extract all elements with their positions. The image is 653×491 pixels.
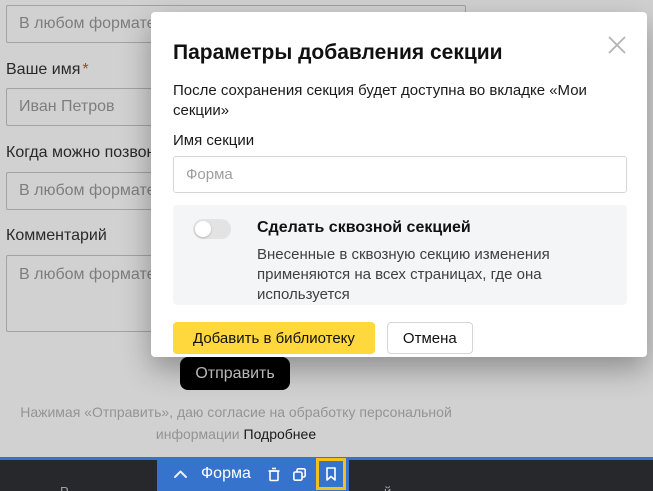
section-bottom-bar: Форма xyxy=(0,457,653,491)
clipped-text-fragment: й xyxy=(384,484,391,491)
toggle-knob xyxy=(195,221,211,237)
cancel-button[interactable]: Отмена xyxy=(387,322,473,354)
chevron-up-icon[interactable] xyxy=(169,461,191,487)
bookmark-icon xyxy=(324,466,338,482)
dialog-buttons: Добавить в библиотеку Отмена xyxy=(173,322,627,354)
bookmark-highlight-box[interactable] xyxy=(316,458,346,490)
dialog-subtitle: После сохранения секция будет доступна в… xyxy=(173,81,627,121)
add-to-library-button[interactable]: Добавить в библиотеку xyxy=(173,322,375,354)
section-name-input[interactable] xyxy=(173,156,627,193)
section-name-field-label: Имя секции xyxy=(173,131,627,150)
dialog-title: Параметры добавления секции xyxy=(173,40,627,65)
pass-through-label: Сделать сквозной секцией xyxy=(257,218,611,238)
pass-through-text: Сделать сквозной секцией Внесенные в скв… xyxy=(257,218,611,305)
close-icon[interactable] xyxy=(605,33,629,57)
pass-through-description: Внесенные в сквозную секцию изменения пр… xyxy=(257,245,611,305)
section-name-label: Форма xyxy=(201,465,251,483)
trash-icon[interactable] xyxy=(263,461,285,487)
screen: Ваше имя* Когда можно позвонить Коммента… xyxy=(0,0,653,491)
pass-through-toggle[interactable] xyxy=(193,219,231,239)
duplicate-icon[interactable] xyxy=(289,461,311,487)
section-toolbar: Форма xyxy=(157,457,349,491)
clipped-text-fragment: Р xyxy=(60,484,69,491)
pass-through-panel: Сделать сквозной секцией Внесенные в скв… xyxy=(173,205,627,305)
add-section-dialog: Параметры добавления секции После сохран… xyxy=(151,12,647,357)
